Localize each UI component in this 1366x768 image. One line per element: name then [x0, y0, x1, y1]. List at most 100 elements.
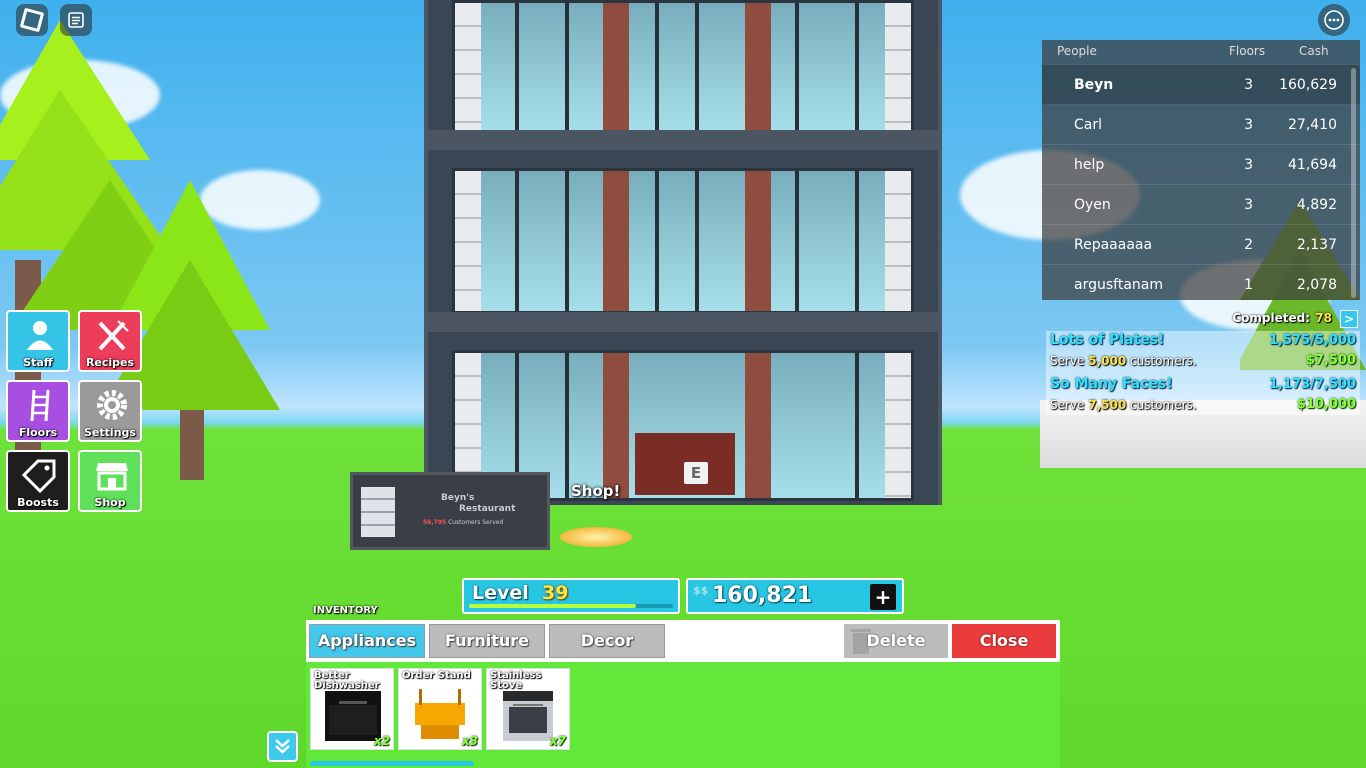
staff-label: Staff: [23, 356, 53, 369]
storefront-icon: [96, 463, 128, 491]
tab-decor[interactable]: Decor: [549, 624, 665, 658]
shop-button[interactable]: Shop: [78, 450, 142, 512]
interact-key-prompt[interactable]: E: [684, 462, 708, 484]
restaurant-floor-3: [452, 0, 914, 134]
shop-label: Shop: [94, 496, 126, 509]
player-floors: 3: [1244, 197, 1253, 213]
chat-button[interactable]: [60, 4, 92, 36]
xp-progress-bar: [469, 604, 673, 608]
leaderboard: People Floors Cash Beyn 3 160,629 Carl 3…: [1042, 40, 1360, 300]
quest-reward: $7,500: [1305, 353, 1356, 368]
currency-icon: $$: [693, 584, 709, 597]
delete-label: Delete: [866, 631, 926, 650]
player-name: help: [1074, 157, 1105, 173]
item-quantity: x7: [549, 734, 566, 748]
inventory-item-order-stand[interactable]: Order Stand x3: [398, 668, 482, 750]
quest-reward: $10,000: [1296, 397, 1356, 412]
player-cash: 27,410: [1288, 117, 1337, 133]
quest-description: Serve 5,000 customers.: [1050, 354, 1197, 368]
item-name: Better Dishwasher: [314, 670, 380, 691]
floors-label: Floors: [18, 426, 58, 439]
leaderboard-header: People Floors Cash: [1042, 40, 1360, 62]
settings-label: Settings: [84, 426, 136, 439]
player-cash: 4,892: [1296, 197, 1337, 213]
leaderboard-row[interactable]: Beyn 3 160,629: [1042, 64, 1360, 105]
shop-prompt-label: Shop!: [571, 482, 621, 500]
fork-knife-icon: [98, 320, 129, 351]
inventory-scrollbar[interactable]: [310, 761, 474, 766]
completed-count: 78: [1315, 311, 1332, 325]
quest-title: Lots of Plates!: [1050, 332, 1165, 348]
quests-expand-button[interactable]: >: [1340, 310, 1358, 328]
recipes-button[interactable]: Recipes: [78, 310, 142, 372]
level-label: Level: [472, 582, 529, 604]
cash-amount: 160,821: [712, 583, 813, 608]
quest-description: Serve 7,500 customers.: [1050, 398, 1197, 412]
settings-button[interactable]: Settings: [78, 380, 142, 442]
tag-icon: [22, 459, 56, 493]
ladder-icon: [30, 389, 50, 422]
player-floors: 3: [1244, 117, 1253, 133]
player-cash: 2,137: [1296, 237, 1337, 253]
leaderboard-row[interactable]: Carl 3 27,410: [1042, 104, 1360, 145]
item-name: Stainless Stove: [490, 670, 542, 691]
player-name: Oyen: [1074, 197, 1111, 213]
tab-appliances[interactable]: Appliances: [309, 624, 425, 658]
more-options-button[interactable]: [1318, 4, 1350, 36]
header-cash: Cash: [1299, 44, 1329, 58]
staff-button[interactable]: Staff: [6, 310, 70, 372]
level-value: 39: [542, 582, 569, 604]
restaurant-building: [424, 0, 942, 505]
staff-icon: [27, 321, 53, 350]
header-floors: Floors: [1229, 44, 1266, 58]
quests-header: Completed: 78 >: [1178, 310, 1358, 330]
quest-title: So Many Faces!: [1050, 376, 1173, 392]
floors-button[interactable]: Floors: [6, 380, 70, 442]
leaderboard-row[interactable]: Repaaaaaa 2 2,137: [1042, 224, 1360, 265]
quest-progress: 1,575/5,000: [1269, 333, 1356, 348]
leaderboard-scrollbar[interactable]: [1351, 68, 1356, 298]
cash-display: $$ 160,821 +: [686, 578, 904, 614]
gear-icon: [97, 390, 127, 420]
inventory-item-stove[interactable]: Stainless Stove x7: [486, 668, 570, 750]
player-name: argusftanam: [1074, 277, 1163, 293]
completed-label: Completed:: [1232, 311, 1310, 325]
boosts-button[interactable]: Boosts: [6, 450, 70, 512]
player-floors: 1: [1244, 277, 1253, 293]
buy-cash-button[interactable]: +: [870, 584, 896, 610]
player-name: Repaaaaaa: [1074, 237, 1153, 253]
leaderboard-row[interactable]: argusftanam 1 2,078: [1042, 264, 1360, 301]
player-cash: 2,078: [1296, 277, 1337, 293]
more-options-icon: [1324, 10, 1344, 30]
xp-progress-fill: [469, 604, 637, 608]
recipes-label: Recipes: [85, 356, 135, 369]
close-button[interactable]: Close: [952, 624, 1056, 658]
shop-pad[interactable]: [560, 527, 632, 547]
quests-panel: Lots of Plates! 1,575/5,000 Serve 5,000 …: [1046, 331, 1360, 415]
collapse-inventory-button[interactable]: [267, 731, 298, 762]
restaurant-sign: Beyn's Restaurant 56,795 Customers Serve…: [350, 472, 550, 550]
item-name: Order Stand: [402, 670, 471, 681]
level-display: Level 39: [462, 578, 680, 614]
close-label: Close: [979, 631, 1029, 650]
player-name: Beyn: [1074, 77, 1114, 93]
sign-line-2: Restaurant: [459, 504, 516, 514]
tab-furniture[interactable]: Furniture: [429, 624, 545, 658]
player-floors: 3: [1244, 77, 1253, 93]
quest-progress: 1,173/7,500: [1269, 377, 1356, 392]
player-floors: 3: [1244, 157, 1253, 173]
item-quantity: x2: [373, 734, 390, 748]
chat-icon: [68, 12, 84, 28]
delete-button[interactable]: Delete: [844, 624, 948, 658]
leaderboard-row[interactable]: help 3 41,694: [1042, 144, 1360, 185]
inventory-item-dishwasher[interactable]: Better Dishwasher x2: [310, 668, 394, 750]
chevron-double-down-icon: [275, 739, 290, 754]
inventory-title: INVENTORY: [313, 605, 378, 616]
player-cash: 160,629: [1279, 77, 1337, 93]
leaderboard-row[interactable]: Oyen 3 4,892: [1042, 184, 1360, 225]
inventory-panel: Appliances Furniture Decor Delete Close …: [306, 620, 1060, 768]
restaurant-floor-2: [452, 168, 914, 314]
boosts-label: Boosts: [17, 496, 59, 509]
roblox-menu-button[interactable]: [16, 4, 48, 36]
sign-line-1: Beyn's: [441, 493, 475, 503]
